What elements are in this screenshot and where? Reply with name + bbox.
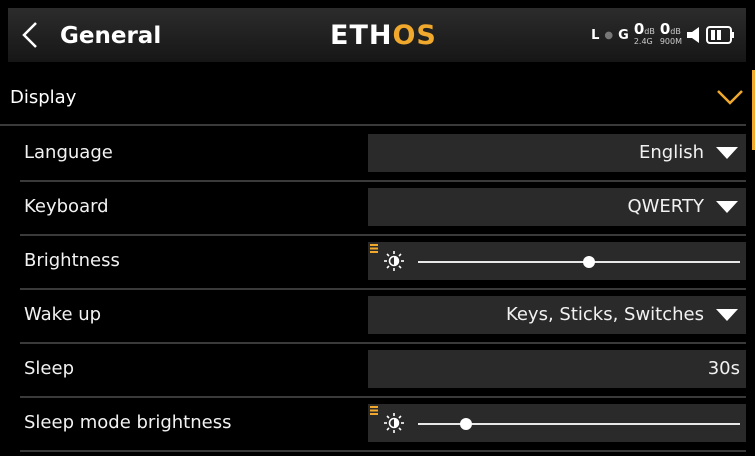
top-bar: General ETHOS L ● G 0dB 2.4G 0dB 900M — [8, 8, 746, 62]
sleep-row: Sleep 30s — [20, 342, 746, 398]
keyboard-row: Keyboard QWERTY — [20, 180, 746, 236]
language-value: English — [639, 142, 704, 163]
brightness-icon — [384, 251, 404, 271]
keyboard-dropdown[interactable]: QWERTY — [368, 188, 746, 226]
back-button[interactable] — [12, 18, 48, 52]
rssi-2g4-indicator: 0dB 2.4G — [633, 19, 655, 46]
chevron-down-icon[interactable] — [716, 89, 744, 105]
telemetry-l-indicator: L — [591, 27, 600, 43]
dropdown-arrow-icon — [716, 147, 738, 159]
sleep-mode-brightness-label: Sleep mode brightness — [24, 412, 232, 433]
section-label: Display — [10, 87, 77, 108]
wake-up-label: Wake up — [24, 304, 102, 325]
telemetry-dot-icon: ● — [604, 29, 614, 41]
settings-list: Display Language English Keyboard QWERTY… — [0, 70, 755, 456]
status-area: L ● G 0dB 2.4G 0dB 900M — [591, 20, 736, 50]
battery-icon — [706, 26, 734, 44]
ethos-logo: ETHOS — [330, 20, 437, 51]
slider-knob[interactable] — [460, 418, 473, 430]
slider-knob[interactable] — [582, 256, 595, 268]
wake-up-dropdown[interactable]: Keys, Sticks, Switches — [368, 296, 746, 334]
page-title: General — [60, 23, 162, 49]
brightness-label: Brightness — [24, 250, 120, 271]
menu-lines-icon — [370, 244, 378, 253]
slider-track[interactable] — [418, 261, 740, 263]
sleep-number-field[interactable]: 30s — [368, 350, 746, 388]
language-row: Language English — [20, 126, 746, 182]
sleep-mode-brightness-slider[interactable] — [368, 404, 746, 442]
chevron-left-icon — [22, 22, 37, 48]
brightness-row: Brightness — [20, 234, 746, 290]
keyboard-label: Keyboard — [24, 196, 109, 217]
rssi-900m-indicator: 0dB 900M — [659, 19, 682, 46]
dropdown-arrow-icon — [716, 201, 738, 213]
keyboard-value: QWERTY — [627, 196, 704, 217]
language-label: Language — [24, 142, 113, 163]
wake-up-row: Wake up Keys, Sticks, Switches — [20, 288, 746, 344]
wake-up-value: Keys, Sticks, Switches — [505, 304, 704, 325]
speaker-icon[interactable] — [687, 26, 701, 44]
telemetry-g-indicator: G — [618, 27, 629, 43]
brightness-slider[interactable] — [368, 242, 746, 280]
language-dropdown[interactable]: English — [368, 134, 746, 172]
display-section-header[interactable]: Display — [0, 70, 746, 126]
sleep-mode-brightness-row: Sleep mode brightness — [20, 396, 746, 452]
dropdown-arrow-icon — [716, 309, 738, 321]
sleep-label: Sleep — [24, 358, 75, 379]
sleep-value: 30s — [707, 358, 740, 379]
brightness-icon — [384, 413, 404, 433]
menu-lines-icon — [370, 406, 378, 415]
